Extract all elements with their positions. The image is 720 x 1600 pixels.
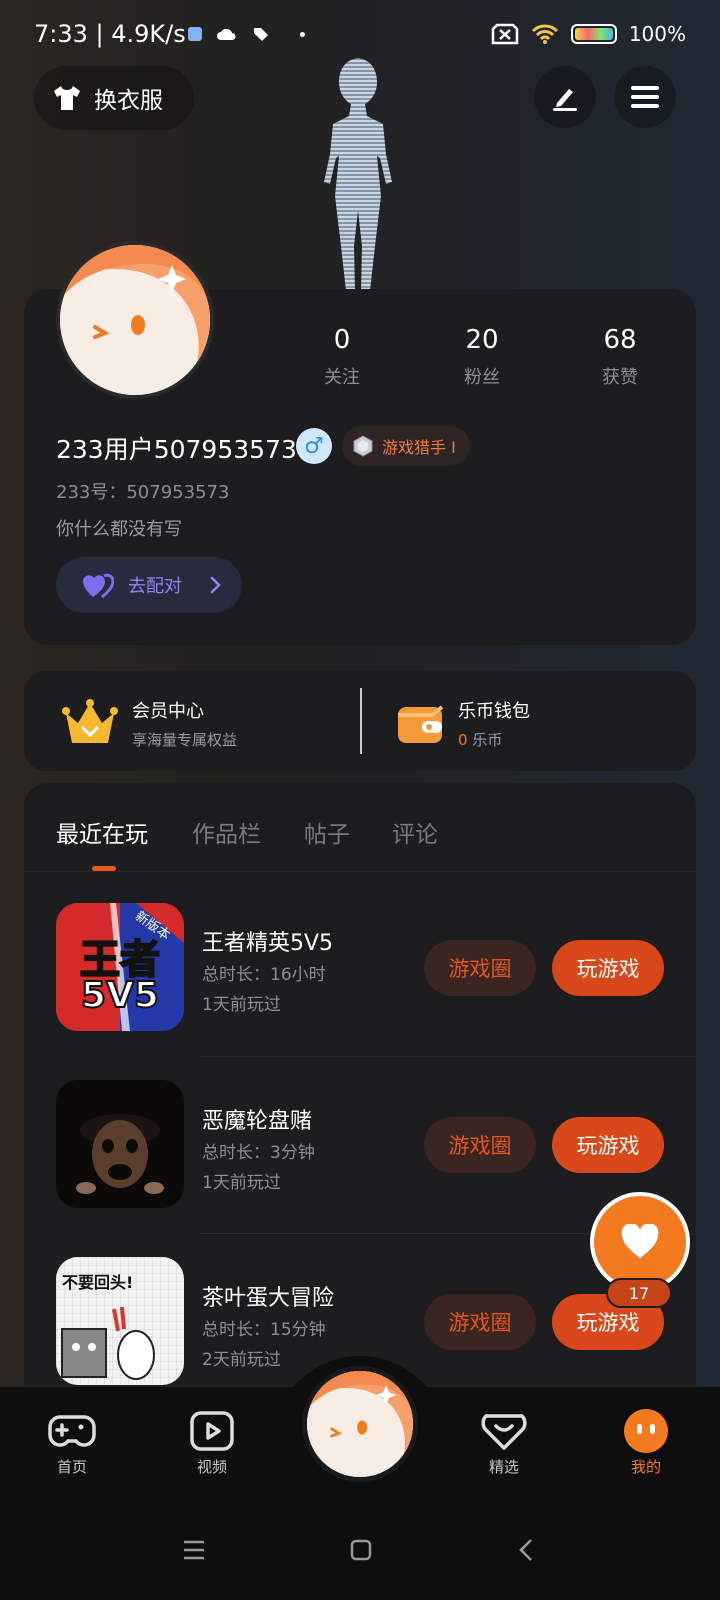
tag-icon bbox=[254, 28, 268, 41]
play-game-button[interactable]: 玩游戏 bbox=[552, 1117, 664, 1173]
wallet-amount: 0 bbox=[458, 731, 468, 749]
member-center-title: 会员中心 bbox=[132, 701, 204, 722]
user-avatar[interactable] bbox=[56, 241, 214, 399]
user-bio: 你什么都没有写 bbox=[56, 519, 182, 540]
chevron-right-icon bbox=[210, 576, 221, 594]
user-badge-label: 游戏猎手 Ⅰ bbox=[382, 438, 456, 457]
tab-divider bbox=[24, 871, 696, 872]
game-duration: 总时长：3分钟 bbox=[202, 1143, 315, 1163]
game-duration: 总时长：15分钟 bbox=[202, 1320, 326, 1340]
wallet-unit: 乐币 bbox=[472, 731, 503, 749]
system-nav-bar bbox=[0, 1512, 720, 1600]
floating-like-button[interactable] bbox=[590, 1192, 690, 1292]
game-circle-button[interactable]: 游戏圈 bbox=[424, 1117, 536, 1173]
home-square-icon[interactable] bbox=[350, 1539, 372, 1561]
tab-works[interactable]: 作品栏 bbox=[192, 815, 261, 849]
nav-mine-label: 我的 bbox=[630, 1458, 661, 1476]
avatar-face-icon bbox=[307, 1371, 413, 1477]
game-last-played: 2天前玩过 bbox=[202, 1350, 281, 1370]
member-center[interactable]: 会员中心 享海量专属权益 bbox=[62, 697, 237, 750]
tab-posts[interactable]: 帖子 bbox=[304, 815, 350, 849]
gamepad-icon bbox=[48, 1415, 96, 1447]
avatar-face-icon bbox=[60, 245, 210, 395]
username: 233用户507953573 bbox=[56, 435, 297, 464]
stat-following-value: 0 bbox=[333, 325, 351, 355]
user-badge[interactable]: 游戏猎手 Ⅰ bbox=[342, 426, 470, 466]
battery-icon bbox=[570, 24, 617, 44]
game-name[interactable]: 茶叶蛋大冒险 bbox=[202, 1280, 334, 1312]
game-duration: 总时长：16小时 bbox=[202, 965, 326, 985]
stat-likes-label: 获赞 bbox=[602, 367, 638, 388]
wallet-icon bbox=[398, 704, 444, 743]
nav-home[interactable]: 首页 bbox=[22, 1406, 122, 1477]
status-right: 100% bbox=[491, 22, 686, 46]
game-last-played: 1天前玩过 bbox=[202, 995, 281, 1015]
go-match-button[interactable]: 去配对 bbox=[56, 557, 242, 613]
stat-likes[interactable]: 68 获赞 bbox=[560, 325, 680, 389]
hearts-icon bbox=[83, 573, 114, 599]
stat-likes-value: 68 bbox=[603, 325, 637, 355]
dot-icon bbox=[300, 31, 305, 37]
stat-following[interactable]: 0 关注 bbox=[282, 325, 402, 389]
menu-icon bbox=[631, 86, 659, 108]
menu-button[interactable] bbox=[614, 66, 676, 128]
go-match-label: 去配对 bbox=[128, 576, 182, 597]
game-name[interactable]: 王者精英5V5 bbox=[202, 925, 333, 957]
game-last-played: 1天前玩过 bbox=[202, 1173, 281, 1193]
play-game-button[interactable]: 玩游戏 bbox=[552, 940, 664, 996]
edit-button[interactable] bbox=[534, 66, 596, 128]
stat-following-label: 关注 bbox=[324, 367, 360, 388]
crown-icon bbox=[62, 698, 118, 743]
status-notification-icons bbox=[188, 26, 305, 42]
coin-wallet[interactable]: 乐币钱包 0 乐币 bbox=[396, 697, 530, 750]
game-circle-button[interactable]: 游戏圈 bbox=[424, 940, 536, 996]
vip-divider bbox=[360, 688, 362, 754]
wifi-icon bbox=[531, 24, 558, 44]
avatar-figure[interactable] bbox=[290, 56, 420, 291]
change-outfit-label: 换衣服 bbox=[94, 88, 163, 114]
game-name[interactable]: 恶魔轮盘赌 bbox=[202, 1103, 312, 1135]
nav-featured-label: 精选 bbox=[488, 1458, 519, 1476]
shirt-icon bbox=[54, 86, 80, 110]
stat-fans-value: 20 bbox=[465, 325, 499, 355]
nav-featured[interactable]: 精选 bbox=[454, 1406, 554, 1477]
stat-fans[interactable]: 20 粉丝 bbox=[422, 325, 542, 389]
nav-video-label: 视频 bbox=[196, 1458, 227, 1476]
game-icon-wangzhe[interactable]: 王者 5V5 新版本 bbox=[56, 903, 184, 1031]
game-circle-button[interactable]: 游戏圈 bbox=[424, 1294, 536, 1350]
like-count-badge: 17 bbox=[606, 1278, 672, 1308]
face-icon bbox=[624, 1409, 668, 1453]
nav-video[interactable]: 视频 bbox=[162, 1406, 262, 1477]
recent-apps-icon[interactable] bbox=[182, 1540, 206, 1560]
badge-gem-icon bbox=[353, 435, 373, 457]
back-icon[interactable] bbox=[518, 1538, 534, 1562]
tab-comments[interactable]: 评论 bbox=[392, 815, 438, 849]
video-play-icon bbox=[190, 1411, 234, 1451]
change-outfit-button[interactable]: 换衣服 bbox=[34, 66, 194, 130]
pen-icon bbox=[553, 89, 577, 111]
gender-male-icon: ♂ bbox=[296, 428, 332, 464]
nav-mine[interactable]: 我的 bbox=[596, 1406, 696, 1477]
wallet-balance: 0 乐币 bbox=[458, 729, 530, 750]
cloud-icon bbox=[217, 28, 236, 40]
nav-home-label: 首页 bbox=[56, 1458, 87, 1476]
game-icon-demon-roulette[interactable] bbox=[56, 1080, 184, 1208]
game-icon-sub: 5V5 bbox=[80, 974, 160, 1017]
game-art-demon bbox=[56, 1080, 184, 1208]
tab-recent-played[interactable]: 最近在玩 bbox=[56, 815, 148, 849]
game-icon-tea-egg[interactable]: 不要回头! bbox=[56, 1257, 184, 1385]
nav-center-avatar-button[interactable] bbox=[302, 1366, 418, 1482]
wallet-title: 乐币钱包 bbox=[458, 701, 530, 722]
member-center-sub: 享海量专属权益 bbox=[132, 731, 238, 749]
row-divider bbox=[200, 1056, 696, 1057]
heart-box-icon bbox=[481, 1414, 527, 1450]
battery-percent: 100% bbox=[628, 22, 686, 46]
heart-icon bbox=[621, 1224, 659, 1258]
no-sim-icon bbox=[491, 23, 519, 45]
game-icon-title: 不要回头! bbox=[62, 1273, 134, 1292]
app-notification-icon bbox=[188, 27, 202, 41]
stat-fans-label: 粉丝 bbox=[464, 367, 500, 388]
status-time: 7:33 | 4.9K/s bbox=[34, 20, 186, 48]
user-id: 233号：507953573 bbox=[56, 482, 230, 503]
